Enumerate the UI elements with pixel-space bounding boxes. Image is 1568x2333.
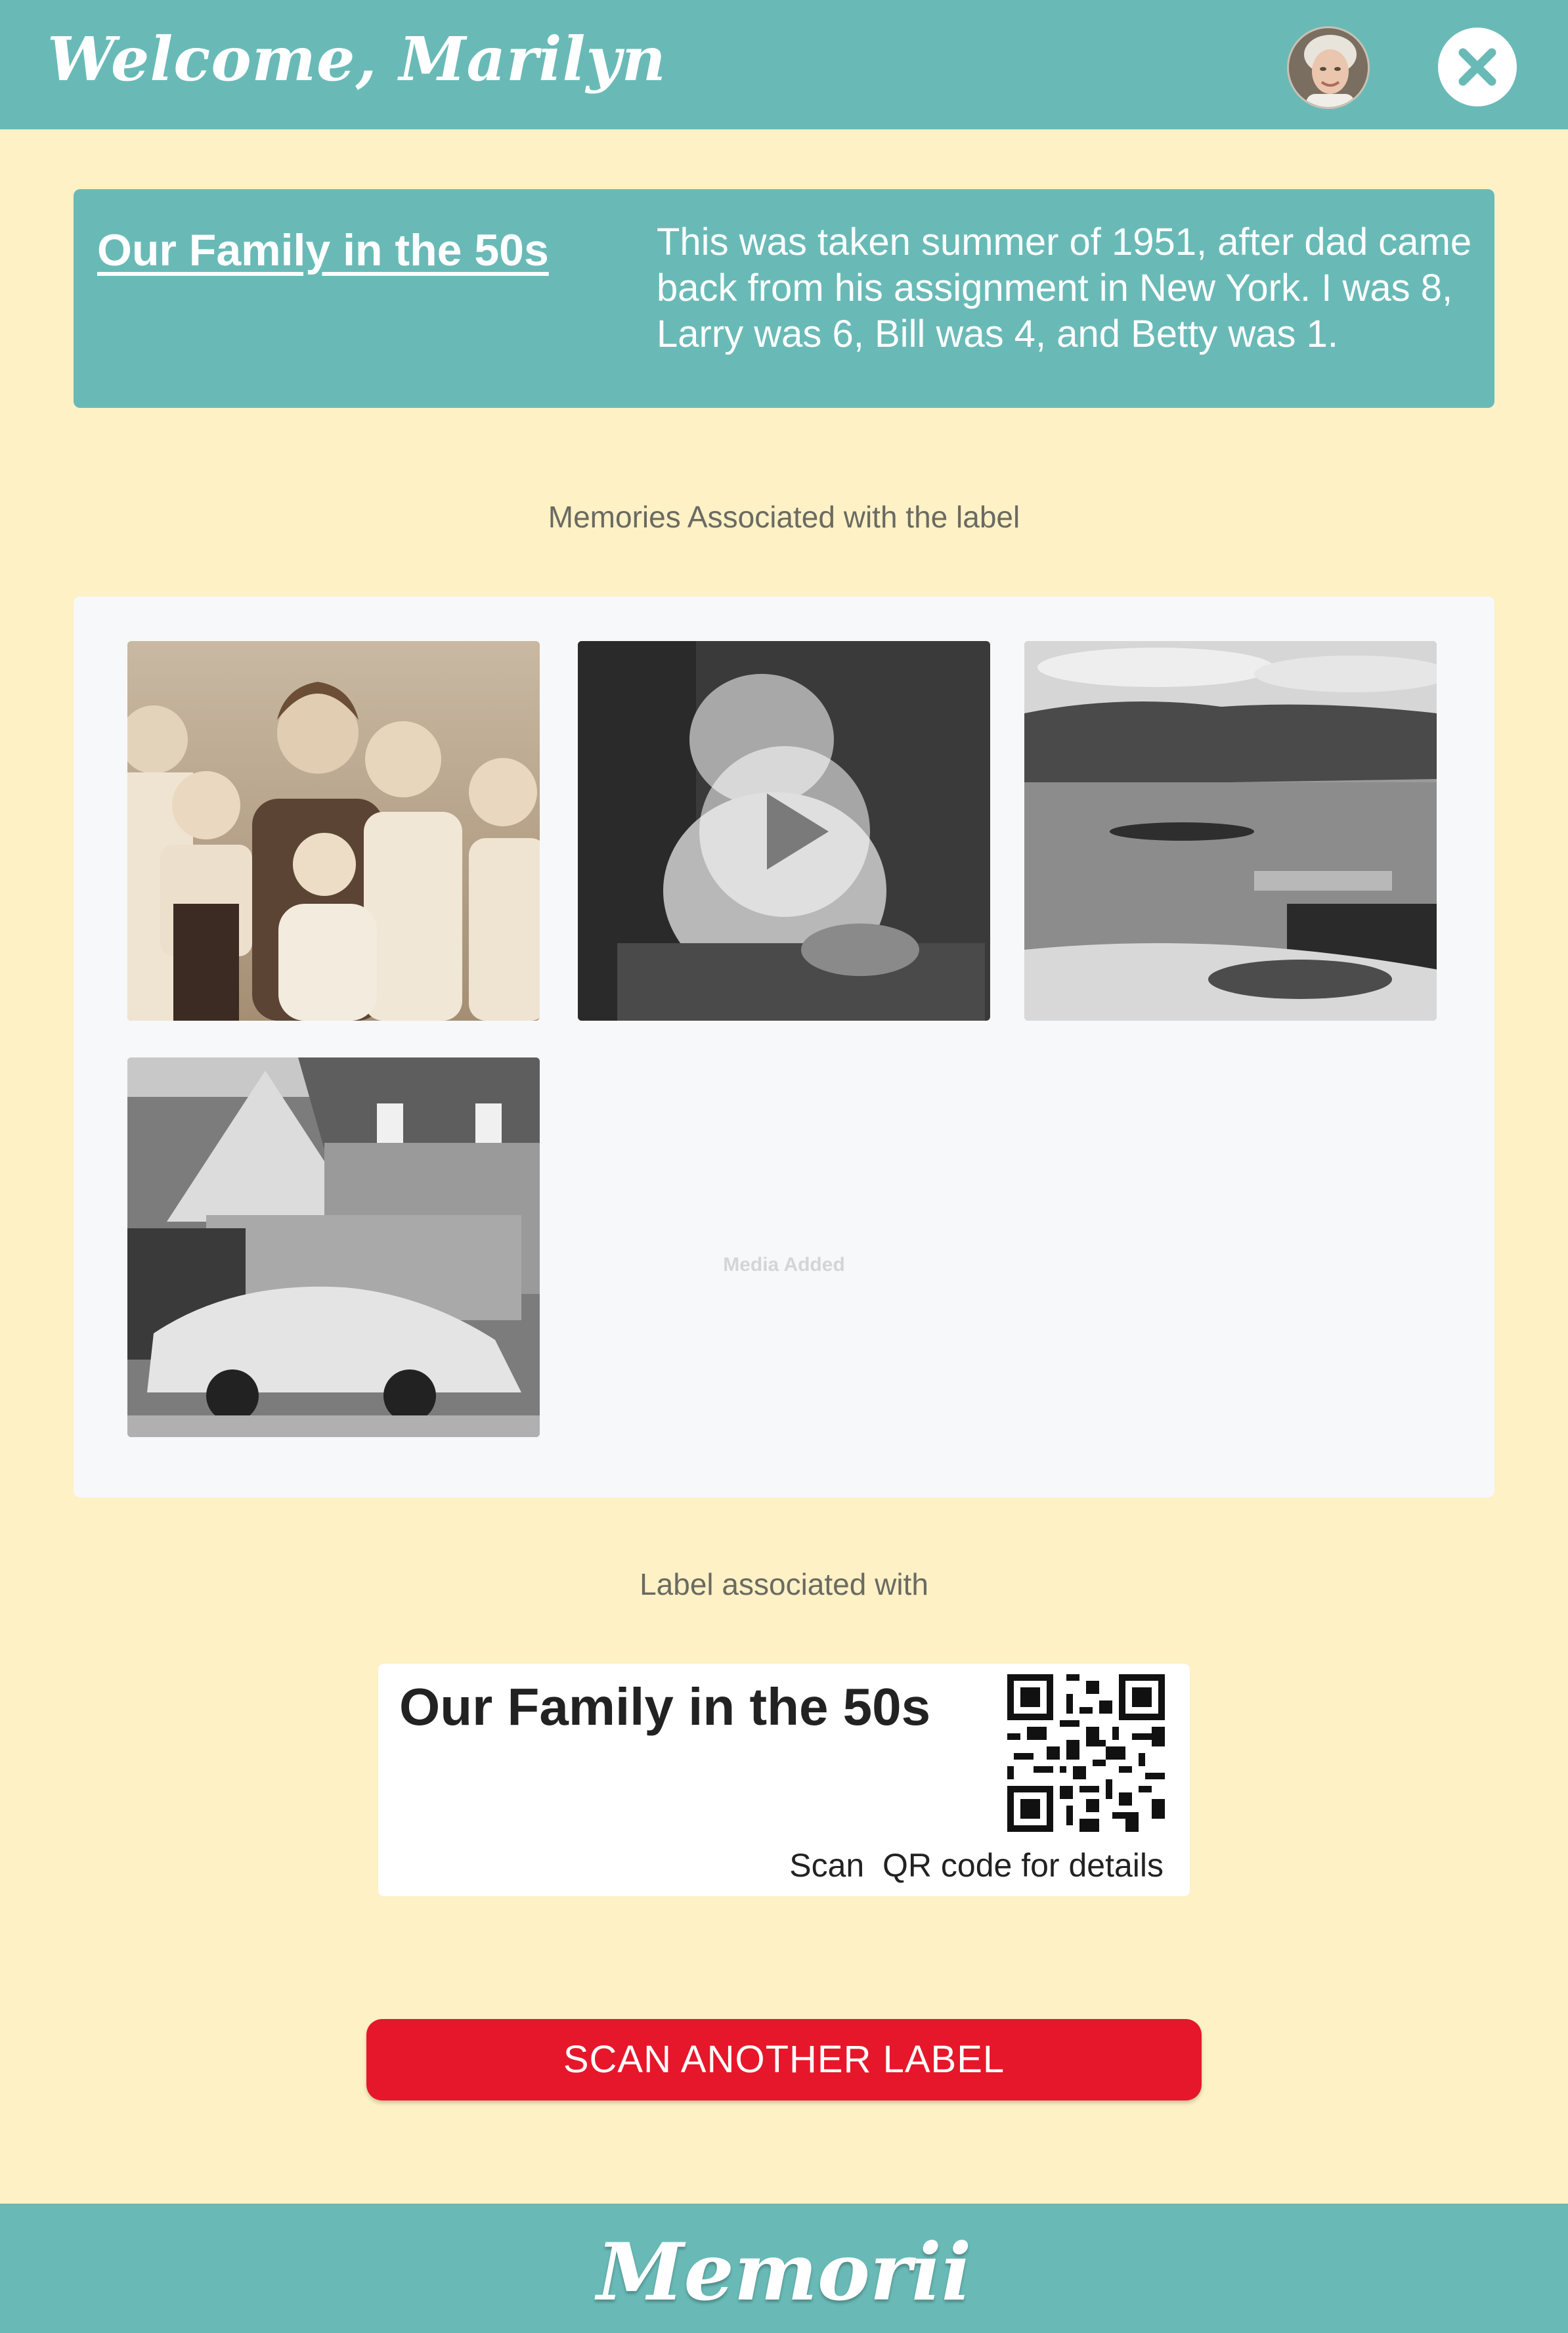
memorii-logo: Memorii: [596, 2226, 972, 2319]
label-card-title: Our Family in the 50s: [399, 1678, 931, 1736]
scan-another-label-button[interactable]: SCAN ANOTHER LABEL: [366, 2019, 1202, 2100]
lake-image: [1024, 641, 1437, 1021]
label-description: This was taken summer of 1951, after dad…: [657, 221, 1472, 355]
media-added-placeholder: Media Added: [723, 1254, 845, 1276]
close-icon: [1458, 48, 1496, 86]
memory-thumbnail-lake[interactable]: [1024, 641, 1437, 1021]
scan-qr-caption: Scan QR code for details: [789, 1847, 1164, 1884]
qr-code-icon: [1007, 1674, 1165, 1832]
house-car-image: [127, 1057, 540, 1437]
welcome-title: Welcome, Marilyn: [47, 24, 666, 95]
memories-heading: Memories Associated with the label: [548, 500, 1020, 534]
label-associated-heading: Label associated with: [640, 1567, 928, 1601]
label-title-link[interactable]: Our Family in the 50s: [97, 225, 549, 276]
memory-thumbnail-baby-video[interactable]: [578, 641, 990, 1021]
app-footer: Memorii: [0, 2204, 1568, 2333]
memory-thumbnail-house-car[interactable]: [127, 1057, 540, 1437]
close-button[interactable]: [1438, 28, 1517, 106]
label-info-card: Our Family in the 50s This was taken sum…: [74, 189, 1494, 408]
app-header: Welcome, Marilyn: [0, 0, 1568, 129]
family-portrait-image: [127, 641, 540, 1021]
user-avatar[interactable]: [1287, 26, 1370, 109]
baby-video-image: [578, 641, 990, 1021]
memory-thumbnail-family-portrait[interactable]: [127, 641, 540, 1021]
avatar-photo-icon: [1289, 28, 1368, 107]
label-preview-card: Our Family in the 50s Scan QR code for d…: [378, 1664, 1190, 1896]
memories-panel: Media Added: [74, 596, 1494, 1498]
